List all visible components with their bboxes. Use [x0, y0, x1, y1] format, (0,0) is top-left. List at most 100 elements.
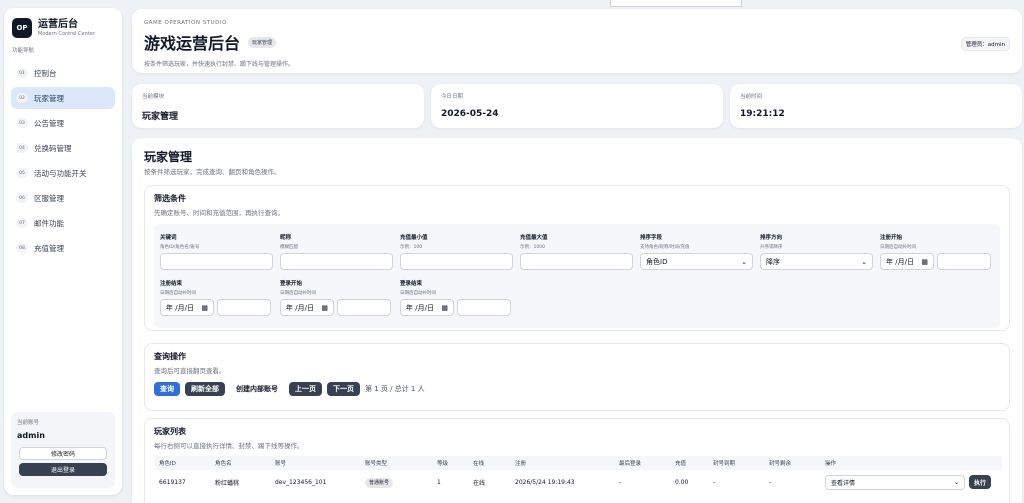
nickname-input[interactable] [280, 253, 393, 270]
cell-online: 在线 [473, 479, 486, 487]
reg-end-date-input[interactable]: 年 /月/日 ▦ [160, 299, 214, 316]
field-hint: 支持角色/昵称/时间/充值 [640, 245, 690, 250]
info-card-module: 当前模块 玩家管理 [132, 84, 424, 128]
sidebar-item-label: 充值管理 [34, 243, 64, 253]
header-card: GAME OPERATION STUDIO 游戏运营后台 玩家管理 按条件筛选玩… [132, 9, 1022, 73]
search-button[interactable]: 查询 [154, 382, 180, 396]
cell-role-id: 6619137 [159, 478, 186, 486]
sidebar-nav: 01 控制台 02 玩家管理 03 公告管理 04 兑换码管理 05 活动与功能开关 06… [4, 62, 122, 259]
section-title: 玩家管理 [144, 150, 193, 164]
sidebar-item-label: 邮件功能 [34, 218, 64, 228]
page-title: 游戏运营后台 [144, 34, 241, 53]
info-caption: 当前模块 [142, 94, 165, 100]
login-end-field: 登录结束 日期后自动补时间 年 /月/日 ▦ [400, 279, 511, 316]
field-hint: 角色ID/角色名/账号 [160, 245, 200, 250]
keyword-input[interactable] [160, 253, 273, 270]
filter-grid: 关键词 角色ID/角色名/账号 昵称 模糊匹配 充值最小值 示例：100 充值最… [154, 224, 1000, 328]
login-start-date-input[interactable]: 年 /月/日 ▦ [280, 299, 334, 316]
player-table: 角色ID 角色名 账号 账号类型 等级 在线 注册 最后登录 充值 封号到期 封… [154, 456, 1002, 494]
prev-page-button[interactable]: 上一页 [289, 382, 322, 396]
sidebar-item-players[interactable]: 02 玩家管理 [11, 87, 115, 109]
field-hint: 日期后自动补时间 [280, 291, 316, 296]
field-hint: 日期后自动补时间 [400, 291, 436, 296]
field-hint: 示例：1000 [520, 245, 545, 250]
info-value: 19:21:12 [740, 109, 785, 119]
column-header: 等级 [437, 461, 449, 467]
sidebar-item-label: 公告管理 [34, 118, 64, 128]
login-end-time-input[interactable] [457, 299, 511, 316]
refresh-all-button[interactable]: 刷新全部 [185, 382, 225, 396]
info-value: 2026-05-24 [441, 109, 499, 119]
recharge-max-input[interactable] [520, 253, 633, 270]
column-header: 操作 [825, 461, 837, 467]
account-box: 当前账号 admin 修改密码 退出登录 [11, 412, 115, 488]
table-row: 6619137 粉红蟠桃 dev_123456_101 普通账号 1 在线 20… [154, 470, 1002, 494]
column-header: 最后登录 [619, 461, 642, 467]
field-hint: 模糊匹配 [280, 245, 298, 250]
info-card-time: 当前时间 19:21:12 [730, 84, 1022, 128]
calendar-icon[interactable]: ▦ [201, 304, 208, 312]
field-label: 关键词 [160, 235, 177, 241]
nav-number: 06 [16, 193, 28, 203]
sidebar-item-label: 区服管理 [34, 193, 64, 203]
field-label: 排序字段 [640, 235, 663, 241]
change-password-button[interactable]: 修改密码 [19, 447, 107, 460]
field-hint: 升序或降序 [760, 245, 783, 250]
list-title: 玩家列表 [154, 427, 186, 436]
logout-button[interactable]: 退出登录 [19, 463, 107, 476]
info-value: 玩家管理 [142, 112, 179, 122]
column-header: 在线 [473, 461, 485, 467]
cell-last-login: - [619, 478, 622, 486]
date-placeholder: 年 /月/日 [886, 257, 914, 266]
column-header: 角色名 [215, 461, 232, 467]
calendar-icon[interactable]: ▦ [921, 258, 928, 266]
sidebar-item-servers[interactable]: 06 区服管理 [11, 187, 115, 209]
calendar-icon[interactable]: ▦ [441, 304, 448, 312]
select-value: 角色ID [646, 257, 668, 266]
sidebar-item-redeem-codes[interactable]: 04 兑换码管理 [11, 137, 115, 159]
recharge-min-input[interactable] [400, 253, 513, 270]
nav-number: 08 [16, 243, 28, 253]
login-end-date-input[interactable]: 年 /月/日 ▦ [400, 299, 454, 316]
sidebar-item-recharge[interactable]: 08 充值管理 [11, 237, 115, 259]
info-caption: 今日日期 [441, 94, 464, 100]
column-header: 封号到期 [713, 461, 736, 467]
cell-account-type: 普通账号 [360, 470, 432, 494]
reg-end-time-input[interactable] [217, 299, 271, 316]
column-header: 账号类型 [365, 461, 388, 467]
chevron-down-icon: ⌄ [861, 257, 867, 266]
execute-button[interactable]: 执行 [969, 475, 992, 489]
reg-start-time-input[interactable] [937, 253, 991, 270]
field-hint: 日期后自动补时间 [880, 245, 916, 250]
create-internal-account-button[interactable]: 创建内部账号 [230, 382, 284, 396]
sort-order-select[interactable]: 降序 ⌄ [760, 253, 873, 270]
reg-start-date-input[interactable]: 年 /月/日 ▦ [880, 253, 934, 270]
chevron-down-icon: ⌄ [741, 257, 747, 266]
next-page-button[interactable]: 下一页 [327, 382, 360, 396]
sidebar-item-label: 活动与功能开关 [34, 168, 87, 178]
column-header: 封号剩余 [769, 461, 792, 467]
action-select[interactable]: 查看详情 ⌄ [825, 474, 965, 490]
column-header: 注册 [515, 461, 527, 467]
column-header: 充值 [675, 461, 687, 467]
filter-panel: 筛选条件 先确定账号、时间和充值范围，再执行查询。 关键词 角色ID/角色名/账… [144, 185, 1010, 331]
date-placeholder: 年 /月/日 [286, 303, 314, 312]
sidebar-item-label: 玩家管理 [34, 93, 64, 103]
field-label: 登录开始 [280, 281, 303, 287]
sidebar: OP 运营后台 Modern Control Center 功能导航 01 控制台… [4, 8, 122, 495]
select-value: 查看详情 [831, 479, 856, 487]
sidebar-item-dashboard[interactable]: 01 控制台 [11, 62, 115, 84]
brand-title: 运营后台 [38, 19, 78, 30]
calendar-icon[interactable]: ▦ [321, 304, 328, 312]
sidebar-item-activities[interactable]: 05 活动与功能开关 [11, 162, 115, 184]
nav-number: 03 [16, 118, 28, 128]
query-title: 查询操作 [154, 352, 186, 361]
sidebar-item-mail[interactable]: 07 邮件功能 [11, 212, 115, 234]
date-placeholder: 年 /月/日 [406, 303, 434, 312]
filter-title: 筛选条件 [154, 194, 186, 203]
field-hint: 日期后自动补时间 [160, 291, 196, 296]
sidebar-item-label: 控制台 [34, 68, 57, 78]
sidebar-item-announcements[interactable]: 03 公告管理 [11, 112, 115, 134]
sort-field-select[interactable]: 角色ID ⌄ [640, 253, 753, 270]
login-start-time-input[interactable] [337, 299, 391, 316]
